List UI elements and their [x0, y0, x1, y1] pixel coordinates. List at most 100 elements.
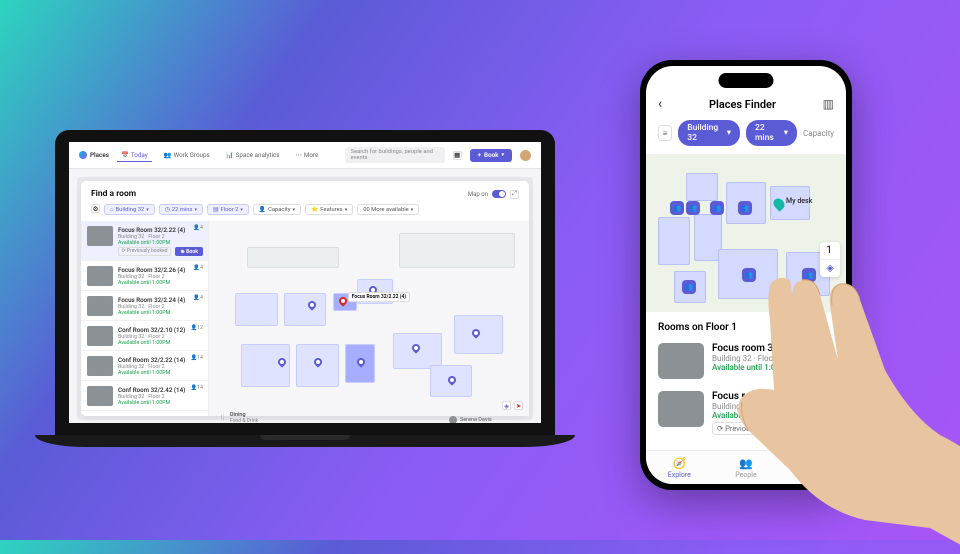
room-thumb [87, 266, 113, 286]
room-card[interactable]: Focus Room 32/2.26 (4) Building 32 · Flo… [81, 261, 208, 291]
room-name: Conf Room 32/2.22 (14) [118, 356, 202, 364]
app-logo[interactable]: Places [79, 151, 109, 159]
room-avail: Available until 1:00PM [118, 280, 202, 286]
room-card[interactable]: Conf Room 32/2.10 (12) Building 32 · Flo… [81, 321, 208, 351]
prev-booked-tag: ⟳ Previously booked [712, 422, 791, 435]
room-name: Conf Room 32/2.10 (12) [118, 326, 202, 334]
back-button[interactable]: ‹ [658, 96, 662, 112]
tab-analytics[interactable]: 📊 Space analytics [222, 149, 284, 161]
tab-workgroups[interactable]: 👥 Work Groups [160, 149, 214, 161]
tab-more[interactable]: ▦More [779, 451, 846, 484]
filter-building[interactable]: ⌂ Building 32 ▾ [104, 204, 155, 215]
map-pin[interactable] [448, 376, 456, 386]
search-input[interactable]: Search for buildings, people and events [345, 147, 445, 163]
room-capacity: 👤4 [193, 225, 203, 231]
map-pin[interactable]: 👥 [682, 280, 696, 294]
tab-people[interactable]: 👥People [713, 451, 780, 484]
grid-icon[interactable]: ▦ [453, 151, 462, 160]
map-pin[interactable] [278, 358, 286, 368]
room-sub: Building 32 · Floor 1 [712, 354, 812, 363]
tab-today[interactable]: 📅 Today [117, 149, 152, 162]
map-pin[interactable] [314, 358, 322, 368]
book-button[interactable]: + Book ▾ [470, 149, 512, 162]
map-pin[interactable]: 👥 [710, 201, 724, 215]
filter-bar: ⚙ ⌂ Building 32 ▾ ◷ 22 mins ▾ ▤ Floor 2 … [81, 204, 529, 221]
room-sub: Building 32 · Floor 1 [712, 402, 812, 411]
room-avail: Available until 1:00PM [118, 340, 202, 346]
mobile-tabbar: 🧭Explore 👥People ▦More [646, 450, 846, 484]
map-pin-selected[interactable] [339, 297, 347, 307]
room-capacity: 👤4 [820, 343, 834, 352]
filter-time[interactable]: 22 mins ▾ [746, 120, 797, 146]
tab-more[interactable]: ⋯ More [292, 149, 323, 161]
layout-icon[interactable]: ▥ [823, 97, 834, 111]
room-capacity: 👤4 [820, 391, 834, 400]
room-card[interactable]: Conf Room 32/2.22 (14) Building 32 · Flo… [81, 351, 208, 381]
room-thumb [87, 326, 113, 346]
expand-icon[interactable]: ⤢ [510, 190, 519, 199]
room-name: Focus Room 32/2.26 (4) [118, 266, 202, 274]
locate-icon[interactable]: ➤ [514, 401, 523, 410]
topbar: Places 📅 Today 👥 Work Groups 📊 Space ana… [69, 142, 541, 169]
filter-features[interactable]: ⭐ Features ▾ [305, 204, 353, 215]
room-name: Focus Room 32/2.22 (4) [118, 226, 202, 234]
room-card[interactable]: Focus room 32/1.23 Building 32 · Floor 1… [646, 385, 846, 441]
map-pin[interactable] [412, 344, 420, 354]
person-pin[interactable]: Serena Davis [449, 416, 492, 423]
room-list[interactable]: Focus Room 32/2.22 (4) Building 32 · Flo… [81, 221, 209, 416]
map-pin[interactable]: 👥 [686, 201, 700, 215]
filter-avail[interactable]: 00 More available ▾ [357, 204, 419, 215]
room-thumb [87, 226, 113, 246]
panel-title: Find a room [91, 189, 136, 199]
filter-time[interactable]: ◷ 22 mins ▾ [159, 204, 203, 215]
room-capacity: 👤12 [190, 325, 203, 331]
room-avail: Available until 1:00PM [118, 370, 202, 376]
mobile-map[interactable]: 👥 👥 👥 👥 My desk 👥 👥 👥 1 ◈ [646, 154, 846, 312]
map-pin[interactable]: 👥 [670, 201, 684, 215]
filter-capacity[interactable]: 👤 Capacity ▾ [253, 204, 301, 215]
room-card[interactable]: Focus Room 32/2.22 (4) Building 32 · Flo… [81, 221, 208, 261]
filter-floor[interactable]: ▤ Floor 2 ▾ [207, 204, 249, 215]
room-avail: Available until 1:00PM [118, 240, 202, 246]
room-card[interactable]: Focus Room 32/2.24 (4) Building 32 · Flo… [81, 291, 208, 321]
room-name: Focus room 32/1.22 [712, 343, 812, 354]
room-thumb [87, 356, 113, 376]
toggle-switch[interactable] [492, 190, 506, 198]
my-desk-label: My desk [786, 197, 812, 205]
book-button[interactable]: ⊕ Book [175, 247, 203, 256]
map-pin[interactable] [308, 301, 316, 311]
tab-explore[interactable]: 🧭Explore [646, 451, 713, 484]
map-toggle[interactable]: Map on⤢ [468, 190, 519, 199]
room-capacity: 👤4 [193, 265, 203, 271]
mobile-filter-bar: ≡ Building 32 ▾ 22 mins ▾ Capacity [646, 120, 846, 154]
room-capacity: 👤14 [190, 355, 203, 361]
compass-icon[interactable]: ◈ [502, 401, 511, 410]
map-pin[interactable]: 👥 [742, 268, 756, 282]
filter-icon[interactable]: ≡ [658, 125, 672, 141]
room-avail: Available until 1:00PM [118, 400, 202, 406]
find-room-panel: Find a room Map on⤢ ⚙ ⌂ Building 32 ▾ ◷ … [81, 181, 529, 416]
room-capacity: 👤14 [190, 385, 203, 391]
desktop-app: Places 📅 Today 👥 Work Groups 📊 Space ana… [69, 142, 541, 423]
filter-icon[interactable]: ⚙ [91, 204, 100, 213]
filter-building[interactable]: Building 32 ▾ [678, 120, 740, 146]
floorplan-map[interactable]: Focus Room 32/2.22 (4) ◈ ➤ [209, 221, 529, 416]
map-pin[interactable] [472, 329, 480, 339]
room-card[interactable]: Focus room 32/1.22 Building 32 · Floor 1… [646, 337, 846, 385]
map-pin[interactable] [357, 358, 365, 368]
floor-selector[interactable]: 1 ◈ [820, 242, 840, 277]
room-card[interactable]: Conf Room 32/2.42 (14) Building 32 · Flo… [81, 381, 208, 411]
laptop-device: Places 📅 Today 👥 Work Groups 📊 Space ana… [55, 130, 575, 447]
user-avatar[interactable] [520, 150, 531, 161]
map-pin-label: Focus Room 32/2.22 (4) [348, 292, 410, 302]
filter-capacity[interactable]: Capacity [803, 129, 834, 138]
map-pin[interactable]: 👥 [738, 201, 752, 215]
section-title: Rooms on Floor 1 [646, 312, 846, 337]
room-name: Focus Room 32/2.24 (4) [118, 296, 202, 304]
prev-booked-tag: ⟳ Previously booked [118, 247, 171, 256]
mobile-app: ‹ Places Finder ▥ ≡ Building 32 ▾ 22 min… [646, 66, 846, 484]
room-avail: Available until 1:00 PM [712, 363, 812, 372]
room-thumb [87, 386, 113, 406]
phone-device: ‹ Places Finder ▥ ≡ Building 32 ▾ 22 min… [640, 60, 852, 490]
map-pin[interactable]: 👥 [802, 268, 816, 282]
